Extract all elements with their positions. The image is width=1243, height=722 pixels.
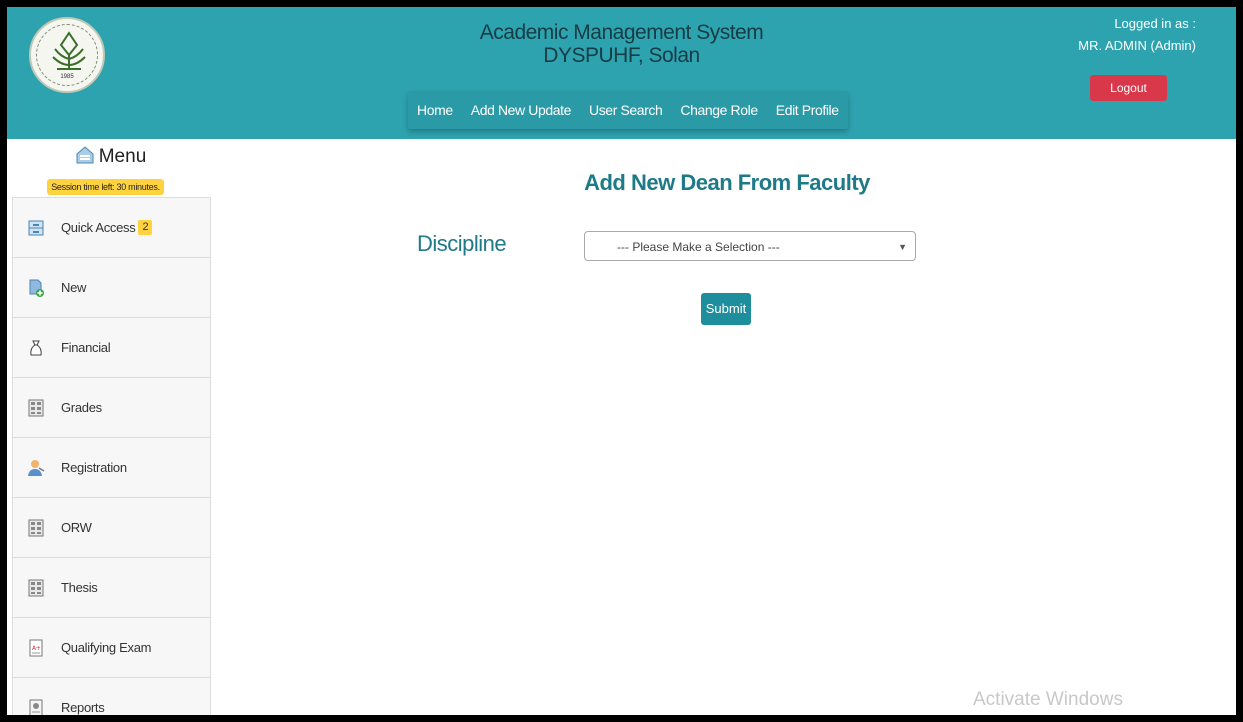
sidebar-item-qualifying-exam[interactable]: A+ Qualifying Exam <box>13 617 210 677</box>
sidebar-item-financial[interactable]: Financial <box>13 317 210 377</box>
grid-icon <box>27 519 45 537</box>
inbox-icon <box>27 219 45 237</box>
app-title-line1: Academic Management System <box>479 21 764 44</box>
sidebar-item-orw[interactable]: ORW <box>13 497 210 557</box>
app-title-line2: DYSPUHF, Solan <box>543 44 700 67</box>
login-info: Logged in as : MR. ADMIN (Admin) <box>1078 13 1196 57</box>
svg-text:A+: A+ <box>32 645 41 652</box>
sidebar-item-thesis[interactable]: Thesis <box>13 557 210 617</box>
submit-button[interactable]: Submit <box>701 293 751 325</box>
app-title: Academic Management System DYSPUHF, Sola… <box>7 21 1236 67</box>
sidebar-item-label: Registration <box>61 460 127 475</box>
nav-add-new-update[interactable]: Add New Update <box>462 91 580 129</box>
sidebar-item-registration[interactable]: Registration <box>13 437 210 497</box>
page-title: Add New Dean From Faculty <box>584 170 870 195</box>
sidebar-item-label: Reports <box>61 700 105 715</box>
home-icon <box>75 145 95 165</box>
sidebar-item-reports[interactable]: Reports <box>13 677 210 715</box>
nav-user-search[interactable]: User Search <box>580 91 671 129</box>
user-icon <box>27 459 45 477</box>
grid-icon <box>27 399 45 417</box>
menu-header: Menu <box>7 145 214 168</box>
logged-in-label: Logged in as : <box>1114 16 1196 31</box>
sidebar-item-label: Qualifying Exam <box>61 640 152 655</box>
sidebar-item-grades[interactable]: Grades <box>13 377 210 437</box>
sidebar: Menu Session time left: 30 minutes. Quic… <box>7 139 214 715</box>
discipline-select[interactable]: --- Please Make a Selection --- ▼ <box>584 231 916 261</box>
user-name: MR. ADMIN (Admin) <box>1078 38 1196 53</box>
quick-access-badge: 2 <box>138 220 153 235</box>
logo-year: 1985 <box>60 74 74 80</box>
chevron-down-icon: ▼ <box>898 242 907 252</box>
sidebar-item-new[interactable]: New <box>13 257 210 317</box>
menu-list: Quick Access 2 New Financial Grades Regi… <box>12 197 211 715</box>
app-frame: 1985 Academic Management System DYSPUHF,… <box>7 7 1236 715</box>
sidebar-item-label: ORW <box>61 520 92 535</box>
sidebar-item-label: Quick Access <box>61 220 136 235</box>
nav-change-role[interactable]: Change Role <box>671 91 766 129</box>
sidebar-item-quick-access[interactable]: Quick Access 2 <box>13 197 210 257</box>
top-nav: Home Add New Update User Search Change R… <box>408 91 848 129</box>
nav-home[interactable]: Home <box>408 91 462 129</box>
header: 1985 Academic Management System DYSPUHF,… <box>7 7 1236 139</box>
exam-sheet-icon: A+ <box>27 639 45 657</box>
sidebar-item-label: Financial <box>61 340 111 355</box>
sidebar-item-label: Grades <box>61 400 102 415</box>
money-bag-icon <box>27 339 45 357</box>
discipline-label: Discipline <box>417 231 507 256</box>
sidebar-item-label: New <box>61 280 87 295</box>
discipline-select-value: --- Please Make a Selection --- <box>617 240 780 254</box>
sidebar-item-label: Thesis <box>61 580 98 595</box>
nav-edit-profile[interactable]: Edit Profile <box>767 91 848 129</box>
report-icon <box>27 699 45 715</box>
activate-windows-watermark: Activate Windows <box>973 689 1123 710</box>
grid-icon <box>27 579 45 597</box>
menu-title: Menu <box>98 146 147 167</box>
session-timer: Session time left: 30 minutes. <box>47 179 164 195</box>
logout-button[interactable]: Logout <box>1090 75 1167 101</box>
new-document-icon <box>27 279 45 297</box>
